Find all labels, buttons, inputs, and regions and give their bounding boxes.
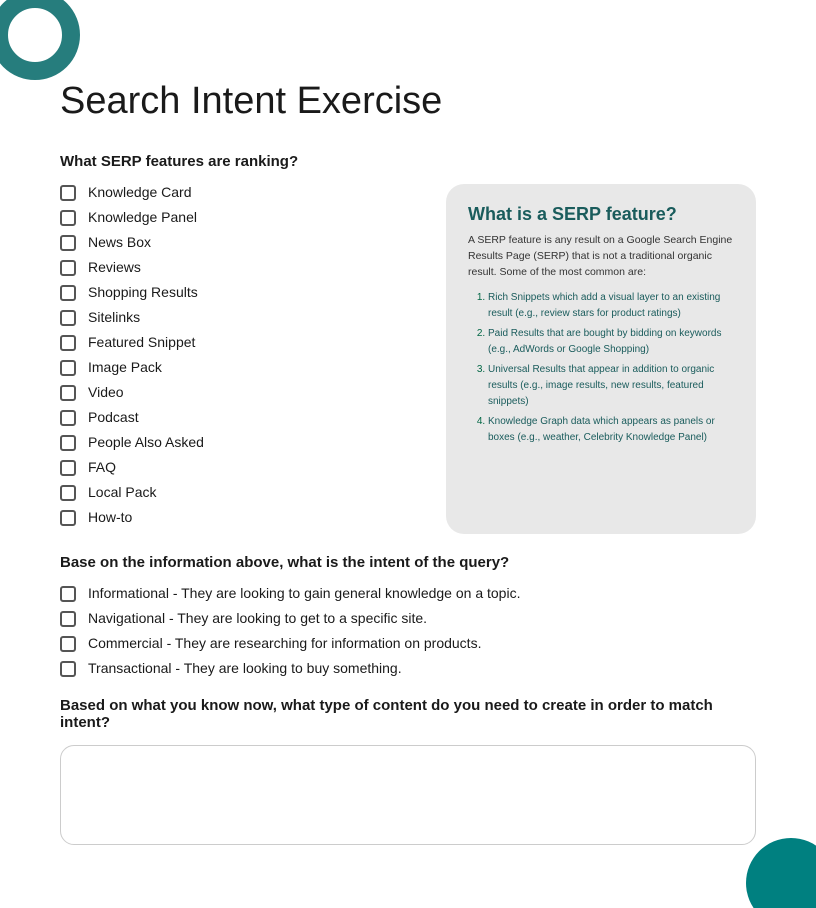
list-item: How-to bbox=[60, 509, 416, 526]
checkbox-icon[interactable] bbox=[60, 310, 76, 326]
list-item: Universal Results that appear in additio… bbox=[488, 362, 734, 410]
list-item: Paid Results that are bought by bidding … bbox=[488, 326, 734, 358]
checkbox-icon[interactable] bbox=[60, 485, 76, 501]
intent-checklist: Informational - They are looking to gain… bbox=[60, 585, 756, 677]
content-question: Based on what you know now, what type of… bbox=[60, 697, 756, 731]
list-item: Sitelinks bbox=[60, 309, 416, 326]
list-item: Podcast bbox=[60, 409, 416, 426]
serp-card-title: What is a SERP feature? bbox=[468, 204, 734, 225]
list-item: Featured Snippet bbox=[60, 334, 416, 351]
deco-circle-br-icon bbox=[746, 838, 816, 908]
list-item: People Also Asked bbox=[60, 434, 416, 451]
serp-checklist: Knowledge Card Knowledge Panel News Box Rev… bbox=[60, 184, 416, 534]
checkbox-icon[interactable] bbox=[60, 661, 76, 677]
checkbox-icon[interactable] bbox=[60, 285, 76, 301]
serp-info-card: What is a SERP feature? A SERP feature i… bbox=[446, 184, 756, 534]
list-item: Rich Snippets which add a visual layer t… bbox=[488, 290, 734, 322]
serp-two-col: Knowledge Card Knowledge Panel News Box Rev… bbox=[60, 184, 756, 534]
checkbox-icon[interactable] bbox=[60, 360, 76, 376]
intent-question: Base on the information above, what is t… bbox=[60, 554, 756, 571]
checkbox-icon[interactable] bbox=[60, 510, 76, 526]
list-item: Commercial - They are researching for in… bbox=[60, 635, 756, 652]
checkbox-icon[interactable] bbox=[60, 385, 76, 401]
checkbox-icon[interactable] bbox=[60, 410, 76, 426]
content-answer-box[interactable] bbox=[60, 745, 756, 845]
list-item: Local Pack bbox=[60, 484, 416, 501]
checkbox-icon[interactable] bbox=[60, 460, 76, 476]
checkbox-icon[interactable] bbox=[60, 611, 76, 627]
list-item: Transactional - They are looking to buy … bbox=[60, 660, 756, 677]
list-item: Reviews bbox=[60, 259, 416, 276]
list-item: Shopping Results bbox=[60, 284, 416, 301]
list-item: Knowledge Panel bbox=[60, 209, 416, 226]
list-item: News Box bbox=[60, 234, 416, 251]
deco-top-left bbox=[0, 0, 80, 80]
checkbox-icon[interactable] bbox=[60, 260, 76, 276]
serp-question: What SERP features are ranking? bbox=[60, 153, 756, 170]
checkbox-icon[interactable] bbox=[60, 335, 76, 351]
deco-circle-icon bbox=[0, 0, 80, 80]
checkbox-icon[interactable] bbox=[60, 235, 76, 251]
list-item: Knowledge Graph data which appears as pa… bbox=[488, 414, 734, 446]
serp-card-list: Rich Snippets which add a visual layer t… bbox=[468, 290, 734, 446]
list-item: FAQ bbox=[60, 459, 416, 476]
page-title: Search Intent Exercise bbox=[60, 80, 756, 123]
checkbox-icon[interactable] bbox=[60, 210, 76, 226]
page-container: Search Intent Exercise What SERP feature… bbox=[0, 0, 816, 908]
serp-card-intro: A SERP feature is any result on a Google… bbox=[468, 233, 734, 280]
checkbox-icon[interactable] bbox=[60, 636, 76, 652]
checkbox-icon[interactable] bbox=[60, 185, 76, 201]
checkbox-icon[interactable] bbox=[60, 435, 76, 451]
list-item: Navigational - They are looking to get t… bbox=[60, 610, 756, 627]
list-item: Image Pack bbox=[60, 359, 416, 376]
list-item: Knowledge Card bbox=[60, 184, 416, 201]
list-item: Video bbox=[60, 384, 416, 401]
checkbox-icon[interactable] bbox=[60, 586, 76, 602]
list-item: Informational - They are looking to gain… bbox=[60, 585, 756, 602]
